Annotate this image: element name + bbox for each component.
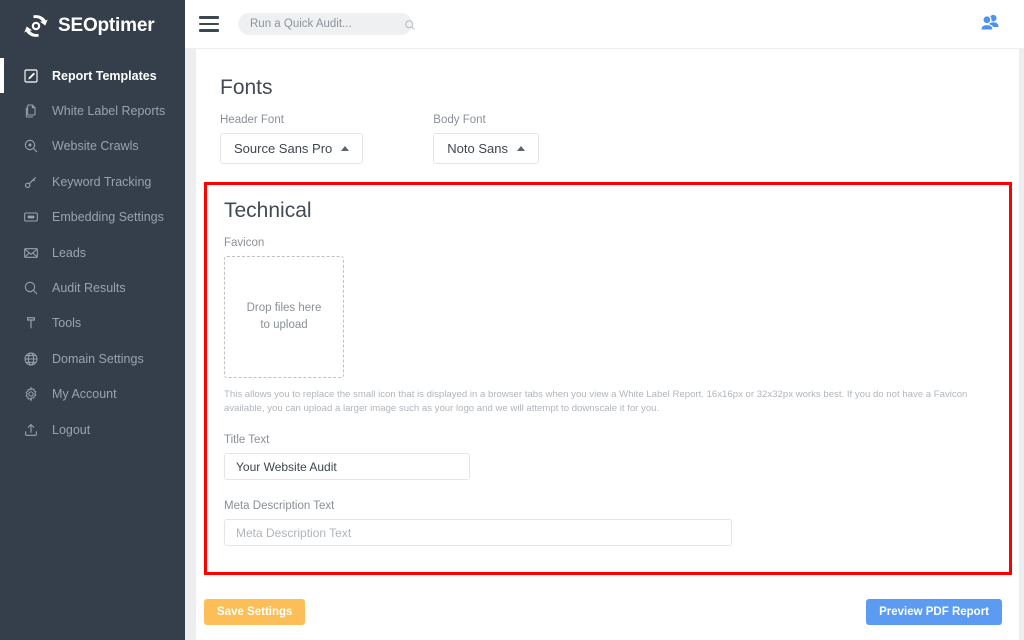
title-text-group: Title Text (224, 434, 992, 480)
preview-pdf-report-button[interactable]: Preview PDF Report (866, 599, 1002, 625)
sidebar-item-label: Tools (52, 316, 82, 331)
sidebar-item-my-account[interactable]: My Account (0, 377, 185, 412)
body-font-dropdown[interactable]: Noto Sans (433, 133, 539, 164)
people-icon[interactable] (979, 13, 1001, 33)
settings-body: Fonts Header Font Source Sans Pro Body F… (196, 49, 1019, 625)
meta-description-input[interactable] (224, 519, 732, 546)
key-icon (22, 173, 40, 191)
technical-section-title: Technical (224, 199, 312, 222)
search-input[interactable] (250, 18, 404, 30)
meta-description-group: Meta Description Text (224, 500, 992, 546)
title-text-label: Title Text (224, 434, 270, 446)
sidebar-item-domain-settings[interactable]: Domain Settings (0, 341, 185, 376)
fonts-row: Header Font Source Sans Pro Body Font No… (220, 114, 995, 164)
wrench-icon (22, 314, 40, 332)
logout-upload-icon (22, 421, 40, 439)
embed-box-icon (22, 208, 40, 226)
search-target-icon (22, 137, 40, 155)
meta-description-label: Meta Description Text (224, 500, 335, 512)
gear-refresh-logo-icon (22, 12, 50, 40)
sidebar-item-label: Embedding Settings (52, 210, 164, 225)
favicon-help-text: This allows you to replace the small ico… (224, 389, 968, 414)
sidebar-item-embedding-settings[interactable]: Embedding Settings (0, 200, 185, 235)
sidebar-item-label: Website Crawls (52, 139, 139, 154)
dropzone-line-1: Drop files here (246, 302, 322, 314)
topbar (185, 0, 1024, 49)
sidebar-item-label: Keyword Tracking (52, 174, 152, 189)
quick-audit-search[interactable] (238, 13, 415, 35)
globe-icon (22, 350, 40, 368)
hamburger-icon[interactable] (199, 16, 219, 32)
sidebar-item-label: Domain Settings (52, 351, 144, 366)
sidebar-item-website-crawls[interactable]: Website Crawls (0, 129, 185, 164)
app-root: SEOptimer Report Templates White Label R… (0, 0, 1024, 640)
body-font-group: Body Font Noto Sans (433, 114, 539, 164)
sidebar-item-logout[interactable]: Logout (0, 412, 185, 447)
sidebar-item-label: Leads (52, 245, 87, 260)
footer-actions: Save Settings Preview PDF Report (204, 599, 1002, 625)
envelope-icon (22, 244, 40, 262)
sidebar-item-label: My Account (52, 387, 117, 402)
technical-section-highlight: Technical Favicon Drop files here to upl… (204, 182, 1012, 575)
title-text-input[interactable] (224, 453, 470, 480)
main-area: Fonts Header Font Source Sans Pro Body F… (185, 0, 1024, 640)
sidebar-item-keyword-tracking[interactable]: Keyword Tracking (0, 164, 185, 199)
edit-document-icon (22, 67, 40, 85)
brand-logo-area[interactable]: SEOptimer (0, 0, 185, 52)
sidebar: SEOptimer Report Templates White Label R… (0, 0, 185, 640)
sidebar-item-tools[interactable]: Tools (0, 306, 185, 341)
sidebar-nav: Report Templates White Label Reports Web… (0, 52, 185, 447)
header-font-value: Source Sans Pro (234, 141, 333, 156)
sidebar-item-report-templates[interactable]: Report Templates (0, 58, 185, 94)
magnifier-icon (22, 279, 40, 297)
body-font-value: Noto Sans (447, 141, 508, 156)
caret-up-icon (516, 146, 525, 151)
gear-icon (22, 385, 40, 403)
sidebar-item-label: Logout (52, 422, 91, 437)
caret-up-icon (341, 146, 350, 151)
save-settings-button[interactable]: Save Settings (204, 599, 306, 625)
sidebar-item-label: Audit Results (52, 281, 126, 296)
header-font-label: Header Font (220, 114, 284, 126)
body-font-label: Body Font (433, 114, 486, 126)
sidebar-item-leads[interactable]: Leads (0, 235, 185, 270)
dropzone-line-2: to upload (260, 319, 308, 331)
fonts-section-title: Fonts (220, 76, 273, 99)
sidebar-item-label: Report Templates (52, 68, 157, 83)
settings-card: Fonts Header Font Source Sans Pro Body F… (196, 49, 1019, 640)
sidebar-item-white-label-reports[interactable]: White Label Reports (0, 93, 185, 128)
copy-files-icon (22, 102, 40, 120)
brand-name: SEOptimer (58, 15, 155, 36)
sidebar-item-audit-results[interactable]: Audit Results (0, 270, 185, 305)
header-font-dropdown[interactable]: Source Sans Pro (220, 133, 364, 164)
header-font-group: Header Font Source Sans Pro (220, 114, 364, 164)
sidebar-item-label: White Label Reports (52, 104, 166, 119)
favicon-label: Favicon (224, 237, 265, 249)
favicon-dropzone[interactable]: Drop files here to upload (224, 256, 344, 378)
search-icon (404, 18, 416, 30)
